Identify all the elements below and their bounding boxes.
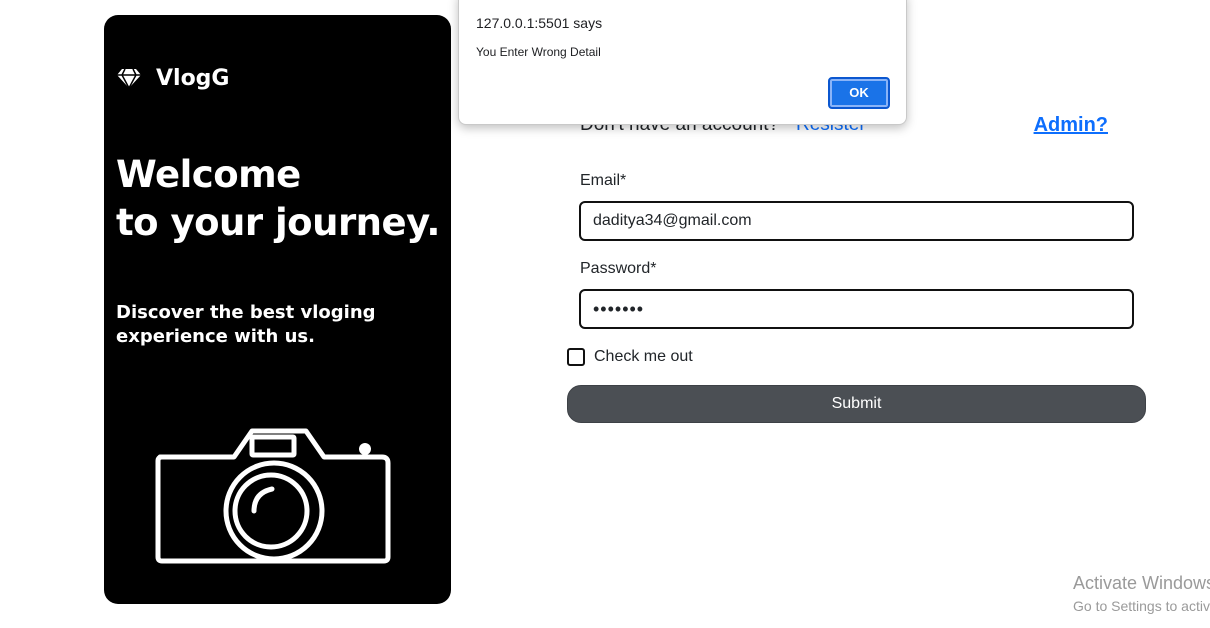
login-page: VlogG Welcome to your journey. Discover …	[0, 0, 1210, 628]
check-me-out-checkbox[interactable]	[567, 348, 585, 366]
email-field[interactable]	[579, 201, 1134, 241]
hero-subtext: Discover the best vloging experience wit…	[116, 301, 436, 349]
alert-ok-button[interactable]: OK	[828, 77, 890, 109]
headline-line-1: Welcome	[116, 153, 301, 196]
promo-panel: VlogG Welcome to your journey. Discover …	[104, 15, 451, 604]
password-field[interactable]: •••••••	[579, 289, 1134, 329]
headline-line-2: to your journey.	[116, 201, 440, 244]
submit-button[interactable]: Submit	[567, 385, 1146, 423]
alert-origin: 127.0.0.1:5501 says	[476, 15, 603, 31]
brand-name: VlogG	[156, 65, 230, 91]
admin-link[interactable]: Admin?	[1034, 114, 1108, 137]
subtext-line-1: Discover the best vloging	[116, 302, 376, 323]
check-me-out-label: Check me out	[594, 348, 693, 365]
brand: VlogG	[116, 65, 230, 91]
subtext-line-2: experience with us.	[116, 326, 315, 347]
hero-headline: Welcome to your journey.	[116, 151, 440, 247]
alert-message: You Enter Wrong Detail	[476, 45, 601, 59]
check-row[interactable]: Check me out	[567, 348, 693, 366]
diamond-icon	[117, 68, 141, 89]
email-label: Email*	[580, 172, 627, 189]
activate-windows-subtitle: Go to Settings to activate Windows.	[1073, 598, 1210, 614]
camera-icon	[155, 428, 391, 564]
activate-windows-title: Activate Windows	[1073, 573, 1210, 593]
alert-dialog: 127.0.0.1:5501 says You Enter Wrong Deta…	[458, 0, 907, 125]
password-label: Password*	[580, 260, 657, 277]
